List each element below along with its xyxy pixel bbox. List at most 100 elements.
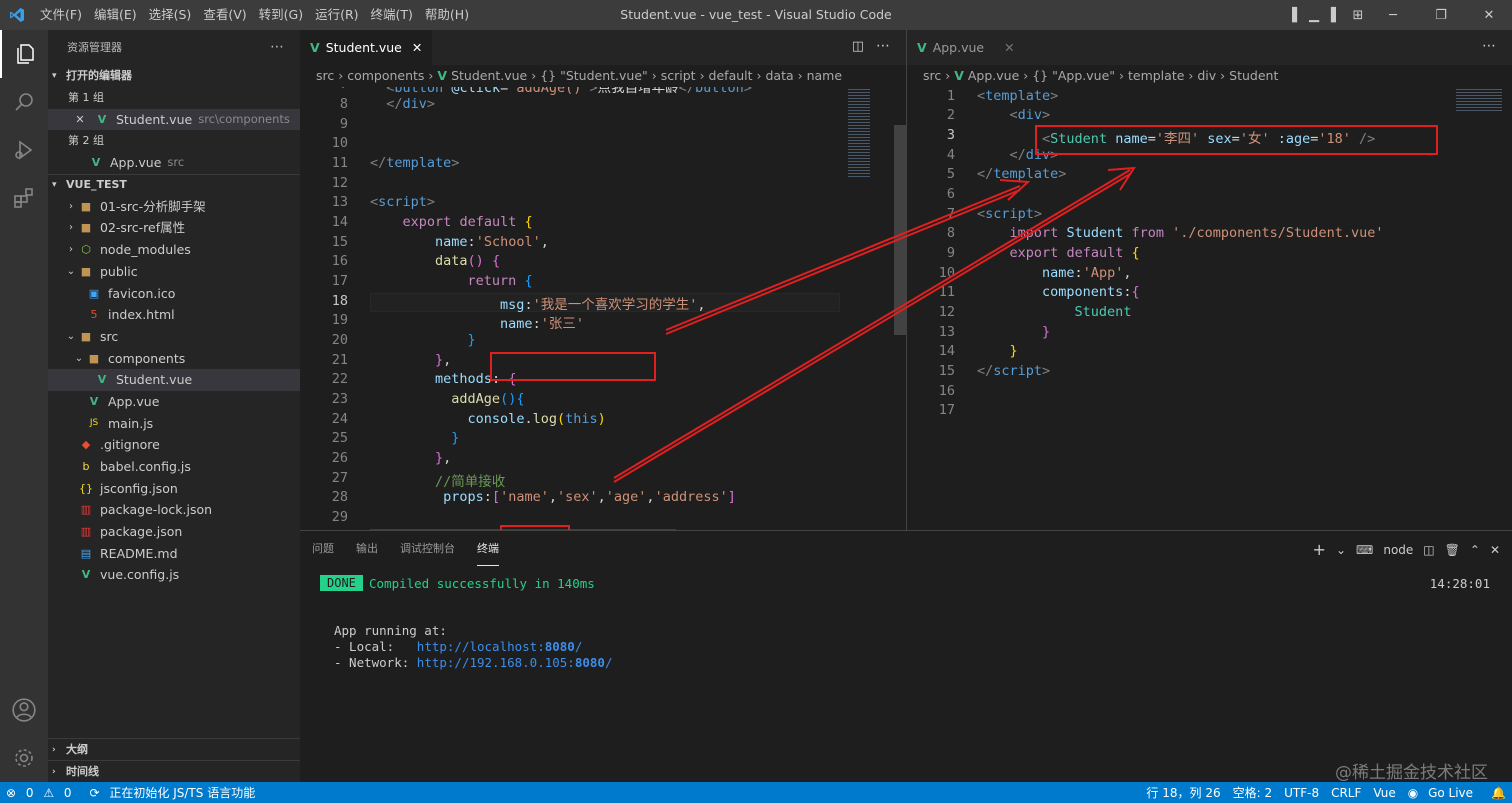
minimap-content <box>848 87 870 177</box>
tree-file-jsconfig[interactable]: {} jsconfig.json <box>48 478 300 500</box>
menu-view[interactable]: 查看(V) <box>197 0 252 30</box>
project-section[interactable]: ▾ VUE_TEST <box>48 173 300 196</box>
crumb[interactable]: {} "Student.vue" <box>540 68 648 83</box>
toggle-secondary-icon[interactable]: ▌ <box>1326 8 1346 23</box>
tree-file-vue-config[interactable]: Vvue.config.js <box>48 564 300 586</box>
local-port[interactable]: 8080 <box>545 639 575 654</box>
go-live-button[interactable]: ◉ Go Live <box>1402 786 1485 800</box>
tab-output[interactable]: 输出 <box>356 531 378 566</box>
close-tab-icon[interactable]: ✕ <box>412 40 422 55</box>
settings-gear-icon[interactable] <box>0 734 48 782</box>
language-init-status[interactable]: ⟳ 正在初始化 JS/TS 语言功能 <box>84 784 268 801</box>
run-debug-icon[interactable] <box>0 126 48 174</box>
crumb[interactable]: name <box>807 68 842 83</box>
menu-selection[interactable]: 选择(S) <box>143 0 198 30</box>
search-icon[interactable] <box>0 78 48 126</box>
network-url[interactable]: http://192.168.0.105: <box>417 655 575 670</box>
tree-file-favicon[interactable]: ▣ favicon.ico <box>48 283 300 305</box>
tab-problems[interactable]: 问题 <box>312 531 334 566</box>
maximize-panel-icon[interactable]: ⌃ <box>1470 543 1480 557</box>
explorer-icon[interactable] <box>0 30 48 78</box>
crumb[interactable]: template <box>1128 68 1184 83</box>
minimize-icon[interactable]: ─ <box>1370 8 1416 23</box>
tree-file-package-lock[interactable]: ▥ package-lock.json <box>48 499 300 521</box>
tree-file-index-html[interactable]: 5 index.html <box>48 304 300 326</box>
account-icon[interactable] <box>0 686 48 734</box>
tree-file-app-vue[interactable]: V App.vue <box>48 391 300 413</box>
crumb[interactable]: Student <box>1229 68 1278 83</box>
menu-edit[interactable]: 编辑(E) <box>88 0 143 30</box>
split-editor-icon[interactable]: ◫ <box>852 39 864 54</box>
open-editor-student[interactable]: ✕ V Student.vue src\components <box>48 108 300 131</box>
local-label: - Local: <box>334 639 417 654</box>
timeline-section[interactable]: › 时间线 <box>48 760 300 782</box>
tree-file-main-js[interactable]: JS main.js <box>48 413 300 435</box>
code-area[interactable]: 7 8 9 10 11 12 13 14 15 16 17 18 19 20 2… <box>300 87 906 530</box>
close-tab-icon[interactable]: ✕ <box>1004 40 1014 55</box>
restore-icon[interactable]: ❐ <box>1418 8 1464 23</box>
tree-file-readme[interactable]: ▤ README.md <box>48 543 300 565</box>
chevron-down-icon[interactable]: ⌄ <box>1336 543 1346 557</box>
code-area[interactable]: 1 2 3 4 5 6 7 8 9 10 11 12 13 14 15 16 1… <box>907 87 1512 530</box>
extensions-icon[interactable] <box>0 174 48 222</box>
notification-bell-icon[interactable]: 🔔 <box>1485 786 1512 800</box>
crumb[interactable]: data <box>765 68 793 83</box>
menu-go[interactable]: 转到(G) <box>253 0 309 30</box>
tree-file-babel[interactable]: b babel.config.js <box>48 456 300 478</box>
crumb[interactable]: script <box>661 68 696 83</box>
toggle-panel-icon[interactable]: ▁ <box>1304 8 1324 23</box>
cursor-position[interactable]: 行 18，列 26 <box>1140 784 1226 801</box>
crumb[interactable]: App.vue <box>968 68 1019 83</box>
crumb[interactable]: src <box>316 68 334 83</box>
tree-folder-src[interactable]: ⌄ ■ src <box>48 326 300 348</box>
more-actions-icon[interactable]: ⋯ <box>1482 38 1496 54</box>
add-terminal-icon[interactable]: + <box>1313 540 1326 559</box>
crumb[interactable]: src <box>923 68 941 83</box>
tree-folder-public[interactable]: ⌄ ■ public <box>48 261 300 283</box>
crumb[interactable]: components <box>347 68 424 83</box>
open-editors-section[interactable]: ▾ 打开的编辑器 <box>48 65 300 87</box>
encoding[interactable]: UTF-8 <box>1278 786 1325 800</box>
close-icon[interactable]: ✕ <box>72 109 88 131</box>
local-url[interactable]: http://localhost: <box>417 639 545 654</box>
tree-folder-components[interactable]: ⌄ ■ components <box>48 348 300 370</box>
tree-folder-01[interactable]: › ■ 01-src-分析脚手架 <box>48 196 300 218</box>
menu-help[interactable]: 帮助(H) <box>419 0 475 30</box>
scrollbar-thumb[interactable] <box>894 125 906 335</box>
line-ending[interactable]: CRLF <box>1325 786 1367 800</box>
network-port[interactable]: 8080 <box>575 655 605 670</box>
toggle-sidebar-icon[interactable]: ▐ <box>1282 8 1302 23</box>
tree-folder-02[interactable]: › ■ 02-src-ref属性 <box>48 217 300 239</box>
outline-section[interactable]: › 大纲 <box>48 738 300 760</box>
crumb[interactable]: default <box>709 68 753 83</box>
tab-student-vue[interactable]: V Student.vue ✕ <box>300 30 433 65</box>
tree-file-student-vue[interactable]: V Student.vue <box>48 369 300 391</box>
close-panel-icon[interactable]: ✕ <box>1490 543 1500 557</box>
indentation[interactable]: 空格: 2 <box>1227 784 1279 801</box>
terminal-shell-label[interactable]: node <box>1383 543 1413 557</box>
menu-terminal[interactable]: 终端(T) <box>365 0 419 30</box>
problems-status[interactable]: ⊗ 0 ⚠ 0 <box>0 786 84 800</box>
crumb[interactable]: {} "App.vue" <box>1032 68 1115 83</box>
split-terminal-icon[interactable]: ◫ <box>1423 543 1434 557</box>
tree-file-gitignore[interactable]: ◆ .gitignore <box>48 434 300 456</box>
more-actions-icon[interactable]: ⋯ <box>876 38 890 54</box>
language-mode[interactable]: Vue <box>1367 786 1401 800</box>
menu-run[interactable]: 运行(R) <box>309 0 364 30</box>
layout-icon[interactable]: ⊞ <box>1348 8 1368 23</box>
tab-app-vue[interactable]: V App.vue ✕ <box>907 30 1025 65</box>
tab-debug-console[interactable]: 调试控制台 <box>400 531 455 566</box>
code-line: data() { <box>435 253 501 269</box>
close-window-icon[interactable]: ✕ <box>1466 8 1512 23</box>
menu-file[interactable]: 文件(F) <box>34 0 88 30</box>
code-line: } <box>1009 343 1018 359</box>
trash-icon[interactable]: 🗑 <box>1445 543 1460 557</box>
open-editor-app[interactable]: V App.vue src <box>48 152 300 174</box>
code-line: name:'School', <box>435 234 549 250</box>
more-actions-icon[interactable]: ⋯ <box>270 30 284 65</box>
crumb[interactable]: div <box>1197 68 1216 83</box>
tree-folder-node-modules[interactable]: › ⬡ node_modules <box>48 239 300 261</box>
crumb[interactable]: Student.vue <box>451 68 527 83</box>
tree-file-package[interactable]: ▥ package.json <box>48 521 300 543</box>
tab-terminal[interactable]: 终端 <box>477 531 499 566</box>
